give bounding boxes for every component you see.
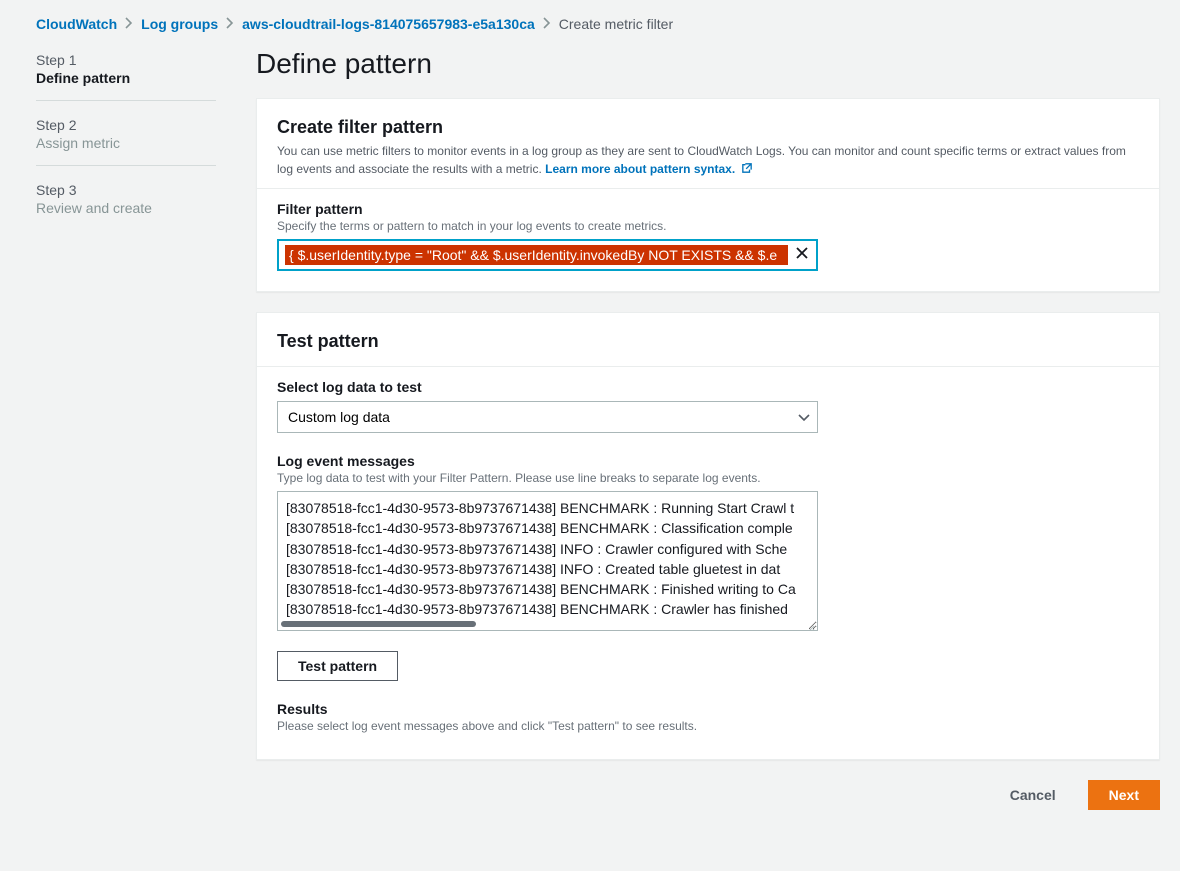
- panel-title: Create filter pattern: [277, 117, 1139, 138]
- breadcrumb-cloudwatch[interactable]: CloudWatch: [36, 16, 117, 32]
- log-event-messages-hint: Type log data to test with your Filter P…: [277, 471, 1139, 485]
- breadcrumb-current: Create metric filter: [559, 16, 673, 32]
- step-title: Assign metric: [36, 135, 216, 151]
- breadcrumb-log-group-name[interactable]: aws-cloudtrail-logs-814075657983-e5a130c…: [242, 16, 535, 32]
- clear-input-button[interactable]: [788, 241, 816, 269]
- wizard-footer: Cancel Next: [256, 780, 1160, 810]
- create-filter-panel: Create filter pattern You can use metric…: [256, 98, 1160, 292]
- learn-more-link[interactable]: Learn more about pattern syntax.: [545, 162, 751, 176]
- filter-pattern-value: { $.userIdentity.type = "Root" && $.user…: [285, 245, 788, 265]
- breadcrumb: CloudWatch Log groups aws-cloudtrail-log…: [36, 16, 1160, 32]
- step-title: Define pattern: [36, 70, 216, 86]
- wizard-step-2[interactable]: Step 2 Assign metric: [36, 100, 216, 165]
- log-event-messages-textarea[interactable]: [83078518-fcc1-4d30-9573-8b9737671438] B…: [277, 491, 818, 631]
- wizard-step-3[interactable]: Step 3 Review and create: [36, 165, 216, 230]
- step-number: Step 2: [36, 117, 216, 133]
- step-number: Step 3: [36, 182, 216, 198]
- page-title: Define pattern: [256, 48, 1160, 80]
- wizard-steps: Step 1 Define pattern Step 2 Assign metr…: [36, 48, 216, 810]
- external-link-icon: [742, 160, 752, 170]
- test-pattern-button[interactable]: Test pattern: [277, 651, 398, 681]
- chevron-right-icon: [226, 17, 234, 32]
- select-log-data-dropdown[interactable]: Custom log data: [277, 401, 818, 433]
- chevron-right-icon: [543, 17, 551, 32]
- horizontal-scrollbar[interactable]: [281, 621, 476, 627]
- filter-pattern-input[interactable]: { $.userIdentity.type = "Root" && $.user…: [277, 239, 818, 271]
- results-label: Results: [277, 701, 1139, 717]
- filter-pattern-hint: Specify the terms or pattern to match in…: [277, 219, 1139, 233]
- results-hint: Please select log event messages above a…: [277, 719, 1139, 733]
- panel-description: You can use metric filters to monitor ev…: [277, 142, 1139, 178]
- log-event-messages-label: Log event messages: [277, 453, 1139, 469]
- step-number: Step 1: [36, 52, 216, 68]
- breadcrumb-log-groups[interactable]: Log groups: [141, 16, 218, 32]
- resize-handle-icon[interactable]: [805, 618, 815, 628]
- chevron-right-icon: [125, 17, 133, 32]
- wizard-step-1[interactable]: Step 1 Define pattern: [36, 52, 216, 100]
- test-pattern-panel: Test pattern Select log data to test Cus…: [256, 312, 1160, 760]
- next-button[interactable]: Next: [1088, 780, 1160, 810]
- filter-pattern-label: Filter pattern: [277, 201, 1139, 217]
- cancel-button[interactable]: Cancel: [990, 780, 1076, 810]
- select-log-data-label: Select log data to test: [277, 379, 1139, 395]
- close-icon: [795, 247, 809, 264]
- panel-title: Test pattern: [277, 331, 1139, 352]
- step-title: Review and create: [36, 200, 216, 216]
